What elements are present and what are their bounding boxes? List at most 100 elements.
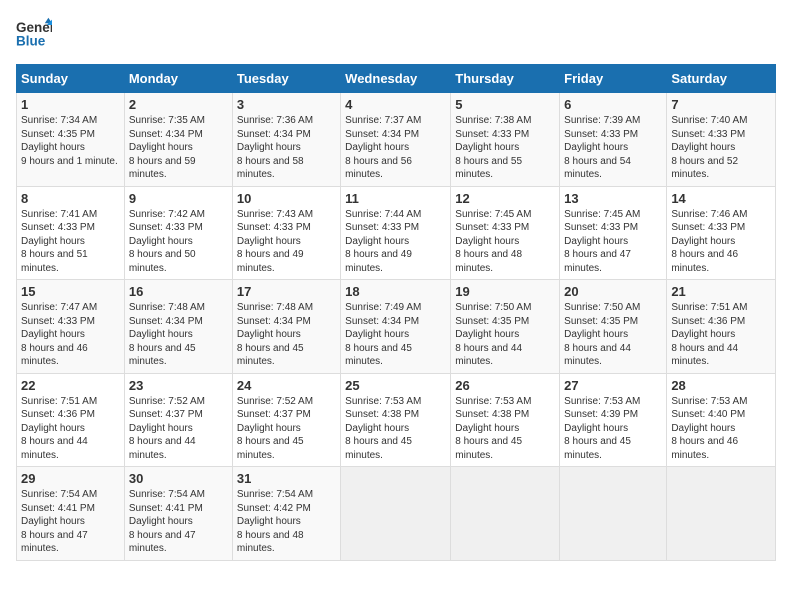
- cell-info: Sunrise: 7:36 AMSunset: 4:34 PMDaylight …: [237, 114, 336, 182]
- calendar-cell: 9 Sunrise: 7:42 AMSunset: 4:33 PMDaylight…: [124, 186, 232, 280]
- day-number: 16: [129, 284, 228, 299]
- col-header-sunday: Sunday: [17, 65, 125, 93]
- day-number: 20: [564, 284, 662, 299]
- calendar-cell: 8Sunrise: 7:41 AMSunset: 4:33 PMDaylight…: [17, 186, 125, 280]
- calendar-cell: 12 Sunrise: 7:45 AMSunset: 4:33 PMDayligh…: [451, 186, 560, 280]
- cell-info: Sunrise: 7:43 AMSunset: 4:33 PMDaylight …: [237, 208, 336, 276]
- svg-text:Blue: Blue: [16, 34, 46, 49]
- calendar-cell: 11 Sunrise: 7:44 AMSunset: 4:33 PMDayligh…: [341, 186, 451, 280]
- day-number: 23: [129, 378, 228, 393]
- col-header-saturday: Saturday: [667, 65, 776, 93]
- cell-info: Sunrise: 7:54 AMSunset: 4:41 PMDaylight …: [129, 488, 228, 556]
- calendar-cell: 16 Sunrise: 7:48 AMSunset: 4:34 PMDayligh…: [124, 280, 232, 374]
- calendar-cell: 14 Sunrise: 7:46 AMSunset: 4:33 PMDayligh…: [667, 186, 776, 280]
- calendar-cell: 15 Sunrise: 7:47 AMSunset: 4:33 PMDayligh…: [17, 280, 125, 374]
- cell-info: Sunrise: 7:50 AMSunset: 4:35 PMDaylight …: [455, 301, 555, 369]
- cell-info: Sunrise: 7:42 AMSunset: 4:33 PMDaylight …: [129, 208, 228, 276]
- col-header-wednesday: Wednesday: [341, 65, 451, 93]
- cell-info: Sunrise: 7:44 AMSunset: 4:33 PMDaylight …: [345, 208, 446, 276]
- calendar-cell: 28 Sunrise: 7:53 AMSunset: 4:40 PMDayligh…: [667, 373, 776, 467]
- cell-info: Sunrise: 7:48 AMSunset: 4:34 PMDaylight …: [237, 301, 336, 369]
- col-header-monday: Monday: [124, 65, 232, 93]
- logo: General Blue: [16, 16, 52, 52]
- cell-info: Sunrise: 7:53 AMSunset: 4:40 PMDaylight …: [671, 395, 771, 463]
- day-number: 5: [455, 97, 555, 112]
- day-number: 24: [237, 378, 336, 393]
- cell-info: Sunrise: 7:34 AMSunset: 4:35 PMDaylight …: [21, 114, 120, 168]
- calendar-week-row: 1 Sunrise: 7:34 AMSunset: 4:35 PMDaylight…: [17, 93, 776, 187]
- calendar-week-row: 15 Sunrise: 7:47 AMSunset: 4:33 PMDayligh…: [17, 280, 776, 374]
- day-number: 28: [671, 378, 771, 393]
- calendar-cell: 30 Sunrise: 7:54 AMSunset: 4:41 PMDayligh…: [124, 467, 232, 561]
- calendar-cell: 10 Sunrise: 7:43 AMSunset: 4:33 PMDayligh…: [232, 186, 340, 280]
- calendar-cell: 18 Sunrise: 7:49 AMSunset: 4:34 PMDayligh…: [341, 280, 451, 374]
- calendar-cell: 31 Sunrise: 7:54 AMSunset: 4:42 PMDayligh…: [232, 467, 340, 561]
- day-number: 13: [564, 191, 662, 206]
- cell-info: Sunrise: 7:49 AMSunset: 4:34 PMDaylight …: [345, 301, 446, 369]
- day-number: 22: [21, 378, 120, 393]
- calendar-cell: 24 Sunrise: 7:52 AMSunset: 4:37 PMDayligh…: [232, 373, 340, 467]
- calendar-cell: 17 Sunrise: 7:48 AMSunset: 4:34 PMDayligh…: [232, 280, 340, 374]
- calendar-cell: 4Sunrise: 7:37 AMSunset: 4:34 PMDaylight…: [341, 93, 451, 187]
- cell-info: Sunrise: 7:51 AMSunset: 4:36 PMDaylight …: [21, 395, 120, 463]
- day-number: 1: [21, 97, 120, 112]
- cell-info: Sunrise: 7:45 AMSunset: 4:33 PMDaylight …: [455, 208, 555, 276]
- day-number: 25: [345, 378, 446, 393]
- cell-info: Sunrise: 7:53 AMSunset: 4:39 PMDaylight …: [564, 395, 662, 463]
- day-number: 10: [237, 191, 336, 206]
- calendar-cell: 22 Sunrise: 7:51 AMSunset: 4:36 PMDayligh…: [17, 373, 125, 467]
- day-number: 27: [564, 378, 662, 393]
- calendar-week-row: 22 Sunrise: 7:51 AMSunset: 4:36 PMDayligh…: [17, 373, 776, 467]
- day-number: 26: [455, 378, 555, 393]
- day-number: 3: [237, 97, 336, 112]
- cell-info: Sunrise: 7:39 AMSunset: 4:33 PMDaylight …: [564, 114, 662, 182]
- calendar-cell: 25 Sunrise: 7:53 AMSunset: 4:38 PMDayligh…: [341, 373, 451, 467]
- day-number: 8: [21, 191, 120, 206]
- day-number: 21: [671, 284, 771, 299]
- calendar-cell: 27 Sunrise: 7:53 AMSunset: 4:39 PMDayligh…: [560, 373, 667, 467]
- cell-info: Sunrise: 7:46 AMSunset: 4:33 PMDaylight …: [671, 208, 771, 276]
- calendar-cell: [560, 467, 667, 561]
- cell-info: Sunrise: 7:45 AMSunset: 4:33 PMDaylight …: [564, 208, 662, 276]
- cell-info: Sunrise: 7:48 AMSunset: 4:34 PMDaylight …: [129, 301, 228, 369]
- cell-info: Sunrise: 7:54 AMSunset: 4:42 PMDaylight …: [237, 488, 336, 556]
- calendar-cell: 19 Sunrise: 7:50 AMSunset: 4:35 PMDayligh…: [451, 280, 560, 374]
- cell-info: Sunrise: 7:51 AMSunset: 4:36 PMDaylight …: [671, 301, 771, 369]
- cell-info: Sunrise: 7:47 AMSunset: 4:33 PMDaylight …: [21, 301, 120, 369]
- calendar-week-row: 29 Sunrise: 7:54 AMSunset: 4:41 PMDayligh…: [17, 467, 776, 561]
- cell-info: Sunrise: 7:52 AMSunset: 4:37 PMDaylight …: [237, 395, 336, 463]
- day-number: 9: [129, 191, 228, 206]
- calendar-cell: 21 Sunrise: 7:51 AMSunset: 4:36 PMDayligh…: [667, 280, 776, 374]
- calendar-week-row: 8Sunrise: 7:41 AMSunset: 4:33 PMDaylight…: [17, 186, 776, 280]
- col-header-friday: Friday: [560, 65, 667, 93]
- day-number: 19: [455, 284, 555, 299]
- day-number: 17: [237, 284, 336, 299]
- cell-info: Sunrise: 7:53 AMSunset: 4:38 PMDaylight …: [345, 395, 446, 463]
- day-number: 15: [21, 284, 120, 299]
- cell-info: Sunrise: 7:38 AMSunset: 4:33 PMDaylight …: [455, 114, 555, 182]
- cell-info: Sunrise: 7:50 AMSunset: 4:35 PMDaylight …: [564, 301, 662, 369]
- calendar-cell: 13 Sunrise: 7:45 AMSunset: 4:33 PMDayligh…: [560, 186, 667, 280]
- cell-info: Sunrise: 7:52 AMSunset: 4:37 PMDaylight …: [129, 395, 228, 463]
- col-header-thursday: Thursday: [451, 65, 560, 93]
- cell-info: Sunrise: 7:54 AMSunset: 4:41 PMDaylight …: [21, 488, 120, 556]
- calendar-table: SundayMondayTuesdayWednesdayThursdayFrid…: [16, 64, 776, 561]
- day-number: 31: [237, 471, 336, 486]
- col-header-tuesday: Tuesday: [232, 65, 340, 93]
- day-number: 4: [345, 97, 446, 112]
- calendar-cell: 26Sunrise: 7:53 AMSunset: 4:38 PMDayligh…: [451, 373, 560, 467]
- day-number: 7: [671, 97, 771, 112]
- logo-icon: General Blue: [16, 16, 52, 52]
- day-number: 12: [455, 191, 555, 206]
- calendar-header-row: SundayMondayTuesdayWednesdayThursdayFrid…: [17, 65, 776, 93]
- day-number: 30: [129, 471, 228, 486]
- calendar-cell: [341, 467, 451, 561]
- calendar-cell: [451, 467, 560, 561]
- day-number: 11: [345, 191, 446, 206]
- day-number: 14: [671, 191, 771, 206]
- day-number: 18: [345, 284, 446, 299]
- day-number: 2: [129, 97, 228, 112]
- day-number: 29: [21, 471, 120, 486]
- calendar-cell: 5 Sunrise: 7:38 AMSunset: 4:33 PMDaylight…: [451, 93, 560, 187]
- calendar-cell: 2Sunrise: 7:35 AMSunset: 4:34 PMDaylight…: [124, 93, 232, 187]
